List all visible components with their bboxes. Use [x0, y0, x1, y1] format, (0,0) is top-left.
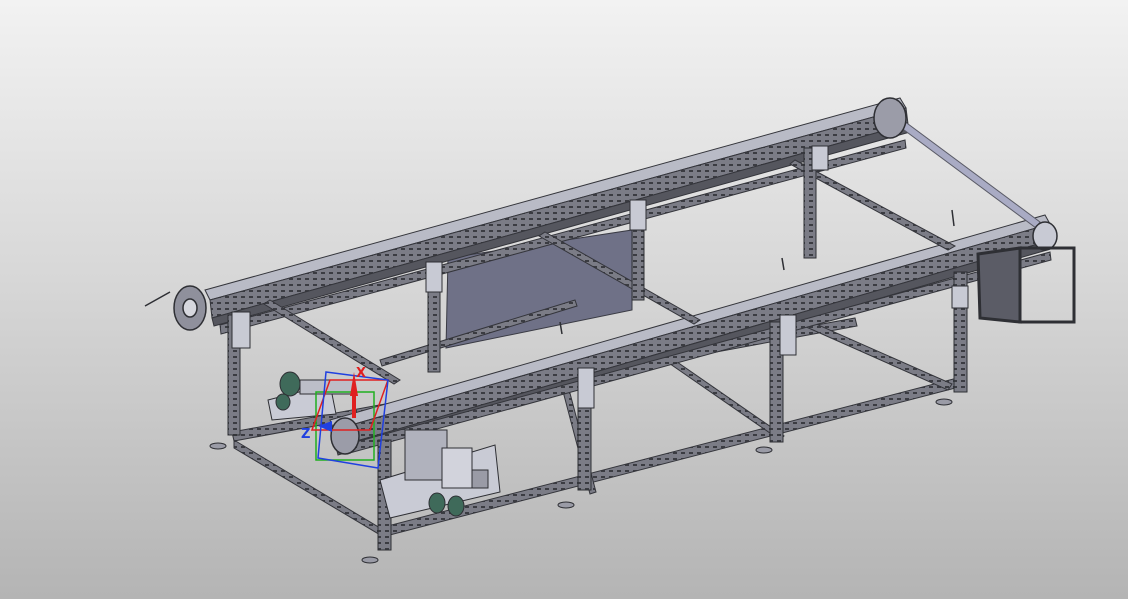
- triad-x-label: X: [356, 366, 366, 381]
- drive-shaft: [895, 117, 1041, 229]
- cad-3d-viewport[interactable]: X Z: [0, 0, 1128, 599]
- triad-x-shaft: [352, 394, 356, 418]
- conveyor-assembly-model[interactable]: X Z: [0, 0, 1128, 599]
- triad-z-label: Z: [301, 427, 310, 442]
